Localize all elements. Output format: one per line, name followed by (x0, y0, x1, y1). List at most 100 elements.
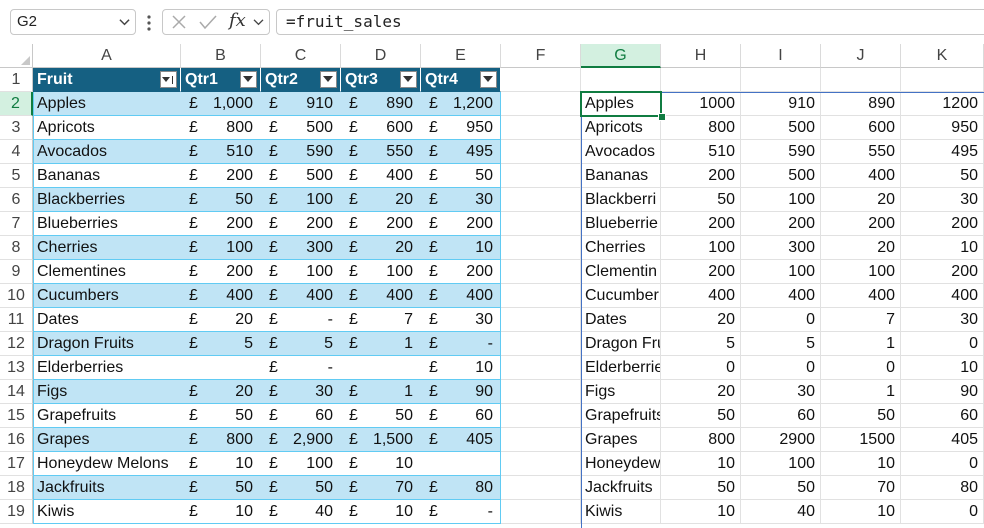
spill-value-cell[interactable]: 2900 (741, 428, 821, 452)
spill-value-cell[interactable]: 5 (741, 332, 821, 356)
table-value-cell[interactable] (421, 452, 501, 476)
table-fruit-cell[interactable]: Clementines (33, 260, 181, 284)
filter-dropdown-icon[interactable] (320, 71, 337, 88)
spill-value-cell[interactable]: 300 (741, 236, 821, 260)
table-value-cell[interactable]: £890 (341, 92, 421, 116)
table-value-cell[interactable]: £510 (181, 140, 261, 164)
table-value-cell[interactable]: £495 (421, 140, 501, 164)
spill-value-cell[interactable]: 50 (901, 164, 984, 188)
table-value-cell[interactable]: £400 (341, 164, 421, 188)
function-icon[interactable]: fx (229, 10, 246, 31)
table-value-cell[interactable]: £ - (261, 356, 341, 380)
spill-value-cell[interactable]: 1000 (661, 92, 741, 116)
spill-value-cell[interactable]: 1 (821, 332, 901, 356)
table-value-cell[interactable]: £30 (421, 188, 501, 212)
empty-cell[interactable] (501, 164, 581, 188)
table-value-cell[interactable]: £10 (421, 236, 501, 260)
table-fruit-cell[interactable]: Cucumbers (33, 284, 181, 308)
spill-value-cell[interactable]: 405 (901, 428, 984, 452)
table-fruit-cell[interactable]: Apricots (33, 116, 181, 140)
table-value-cell[interactable]: £950 (421, 116, 501, 140)
spill-value-cell[interactable]: 10 (901, 236, 984, 260)
spill-name-cell[interactable]: Blueberrie (581, 212, 661, 236)
column-header-d[interactable]: D (341, 44, 421, 68)
empty-cell[interactable] (821, 68, 901, 92)
table-value-cell[interactable]: £ - (421, 500, 501, 524)
spill-value-cell[interactable]: 1500 (821, 428, 901, 452)
spill-name-cell[interactable]: Grapes (581, 428, 661, 452)
row-header-3[interactable]: 3 (0, 116, 33, 140)
table-value-cell[interactable]: £1,500 (341, 428, 421, 452)
table-fruit-cell[interactable]: Figs (33, 380, 181, 404)
row-header-5[interactable]: 5 (0, 164, 33, 188)
table-value-cell[interactable]: £60 (421, 404, 501, 428)
empty-cell[interactable] (901, 68, 984, 92)
table-value-cell[interactable]: £400 (261, 284, 341, 308)
table-value-cell[interactable]: £ - (421, 332, 501, 356)
spill-value-cell[interactable]: 200 (661, 212, 741, 236)
table-value-cell[interactable]: £200 (421, 260, 501, 284)
table-value-cell[interactable]: £100 (261, 452, 341, 476)
table-value-cell[interactable]: £200 (181, 212, 261, 236)
table-value-cell[interactable]: £80 (421, 476, 501, 500)
table-value-cell[interactable]: £50 (341, 404, 421, 428)
name-box[interactable]: G2 (10, 9, 136, 35)
table-value-cell[interactable]: £50 (181, 404, 261, 428)
row-header-10[interactable]: 10 (0, 284, 33, 308)
spill-name-cell[interactable]: Apricots (581, 116, 661, 140)
table-value-cell[interactable]: £500 (261, 164, 341, 188)
empty-cell[interactable] (661, 68, 741, 92)
spill-name-cell[interactable]: Avocados (581, 140, 661, 164)
table-header-cell[interactable]: Qtr2 (261, 68, 341, 92)
table-value-cell[interactable]: £ - (261, 308, 341, 332)
empty-cell[interactable] (501, 428, 581, 452)
column-header-k[interactable]: K (901, 44, 984, 68)
table-fruit-cell[interactable]: Kiwis (33, 500, 181, 524)
table-value-cell[interactable]: £1 (341, 332, 421, 356)
spill-value-cell[interactable]: 0 (741, 356, 821, 380)
table-value-cell[interactable]: £100 (341, 260, 421, 284)
spill-name-cell[interactable]: Grapefruits (581, 404, 661, 428)
table-value-cell[interactable]: £20 (181, 380, 261, 404)
table-value-cell[interactable]: £200 (341, 212, 421, 236)
table-fruit-cell[interactable]: Bananas (33, 164, 181, 188)
empty-cell[interactable] (501, 476, 581, 500)
spill-value-cell[interactable]: 400 (741, 284, 821, 308)
empty-cell[interactable] (501, 188, 581, 212)
row-header-1[interactable]: 1 (0, 68, 33, 92)
table-value-cell[interactable]: £10 (181, 452, 261, 476)
table-value-cell[interactable]: £20 (181, 308, 261, 332)
spill-value-cell[interactable]: 60 (741, 404, 821, 428)
chevron-down-icon[interactable] (253, 18, 264, 27)
table-value-cell[interactable]: £10 (421, 356, 501, 380)
row-header-14[interactable]: 14 (0, 380, 33, 404)
row-header-15[interactable]: 15 (0, 404, 33, 428)
spill-name-cell[interactable]: Blackberri (581, 188, 661, 212)
row-header-2[interactable]: 2 (0, 92, 33, 116)
table-fruit-cell[interactable]: Blueberries (33, 212, 181, 236)
empty-cell[interactable] (581, 68, 661, 92)
spill-value-cell[interactable]: 800 (661, 428, 741, 452)
spill-value-cell[interactable]: 30 (901, 308, 984, 332)
table-value-cell[interactable]: £590 (261, 140, 341, 164)
table-fruit-cell[interactable]: Apples (33, 92, 181, 116)
empty-cell[interactable] (501, 212, 581, 236)
spill-value-cell[interactable]: 70 (821, 476, 901, 500)
table-value-cell[interactable]: £1,000 (181, 92, 261, 116)
spill-value-cell[interactable]: 50 (741, 476, 821, 500)
spill-value-cell[interactable]: 0 (661, 356, 741, 380)
spill-value-cell[interactable]: 20 (661, 308, 741, 332)
spill-value-cell[interactable]: 100 (741, 188, 821, 212)
empty-cell[interactable] (501, 260, 581, 284)
formula-input[interactable]: =fruit_sales (276, 9, 984, 35)
spill-value-cell[interactable]: 10 (821, 500, 901, 524)
row-header-16[interactable]: 16 (0, 428, 33, 452)
row-header-17[interactable]: 17 (0, 452, 33, 476)
table-fruit-cell[interactable]: Dragon Fruits (33, 332, 181, 356)
row-header-11[interactable]: 11 (0, 308, 33, 332)
table-value-cell[interactable]: £10 (341, 452, 421, 476)
spill-name-cell[interactable]: Dates (581, 308, 661, 332)
spill-value-cell[interactable]: 400 (661, 284, 741, 308)
table-fruit-cell[interactable]: Dates (33, 308, 181, 332)
table-value-cell[interactable]: £400 (341, 284, 421, 308)
